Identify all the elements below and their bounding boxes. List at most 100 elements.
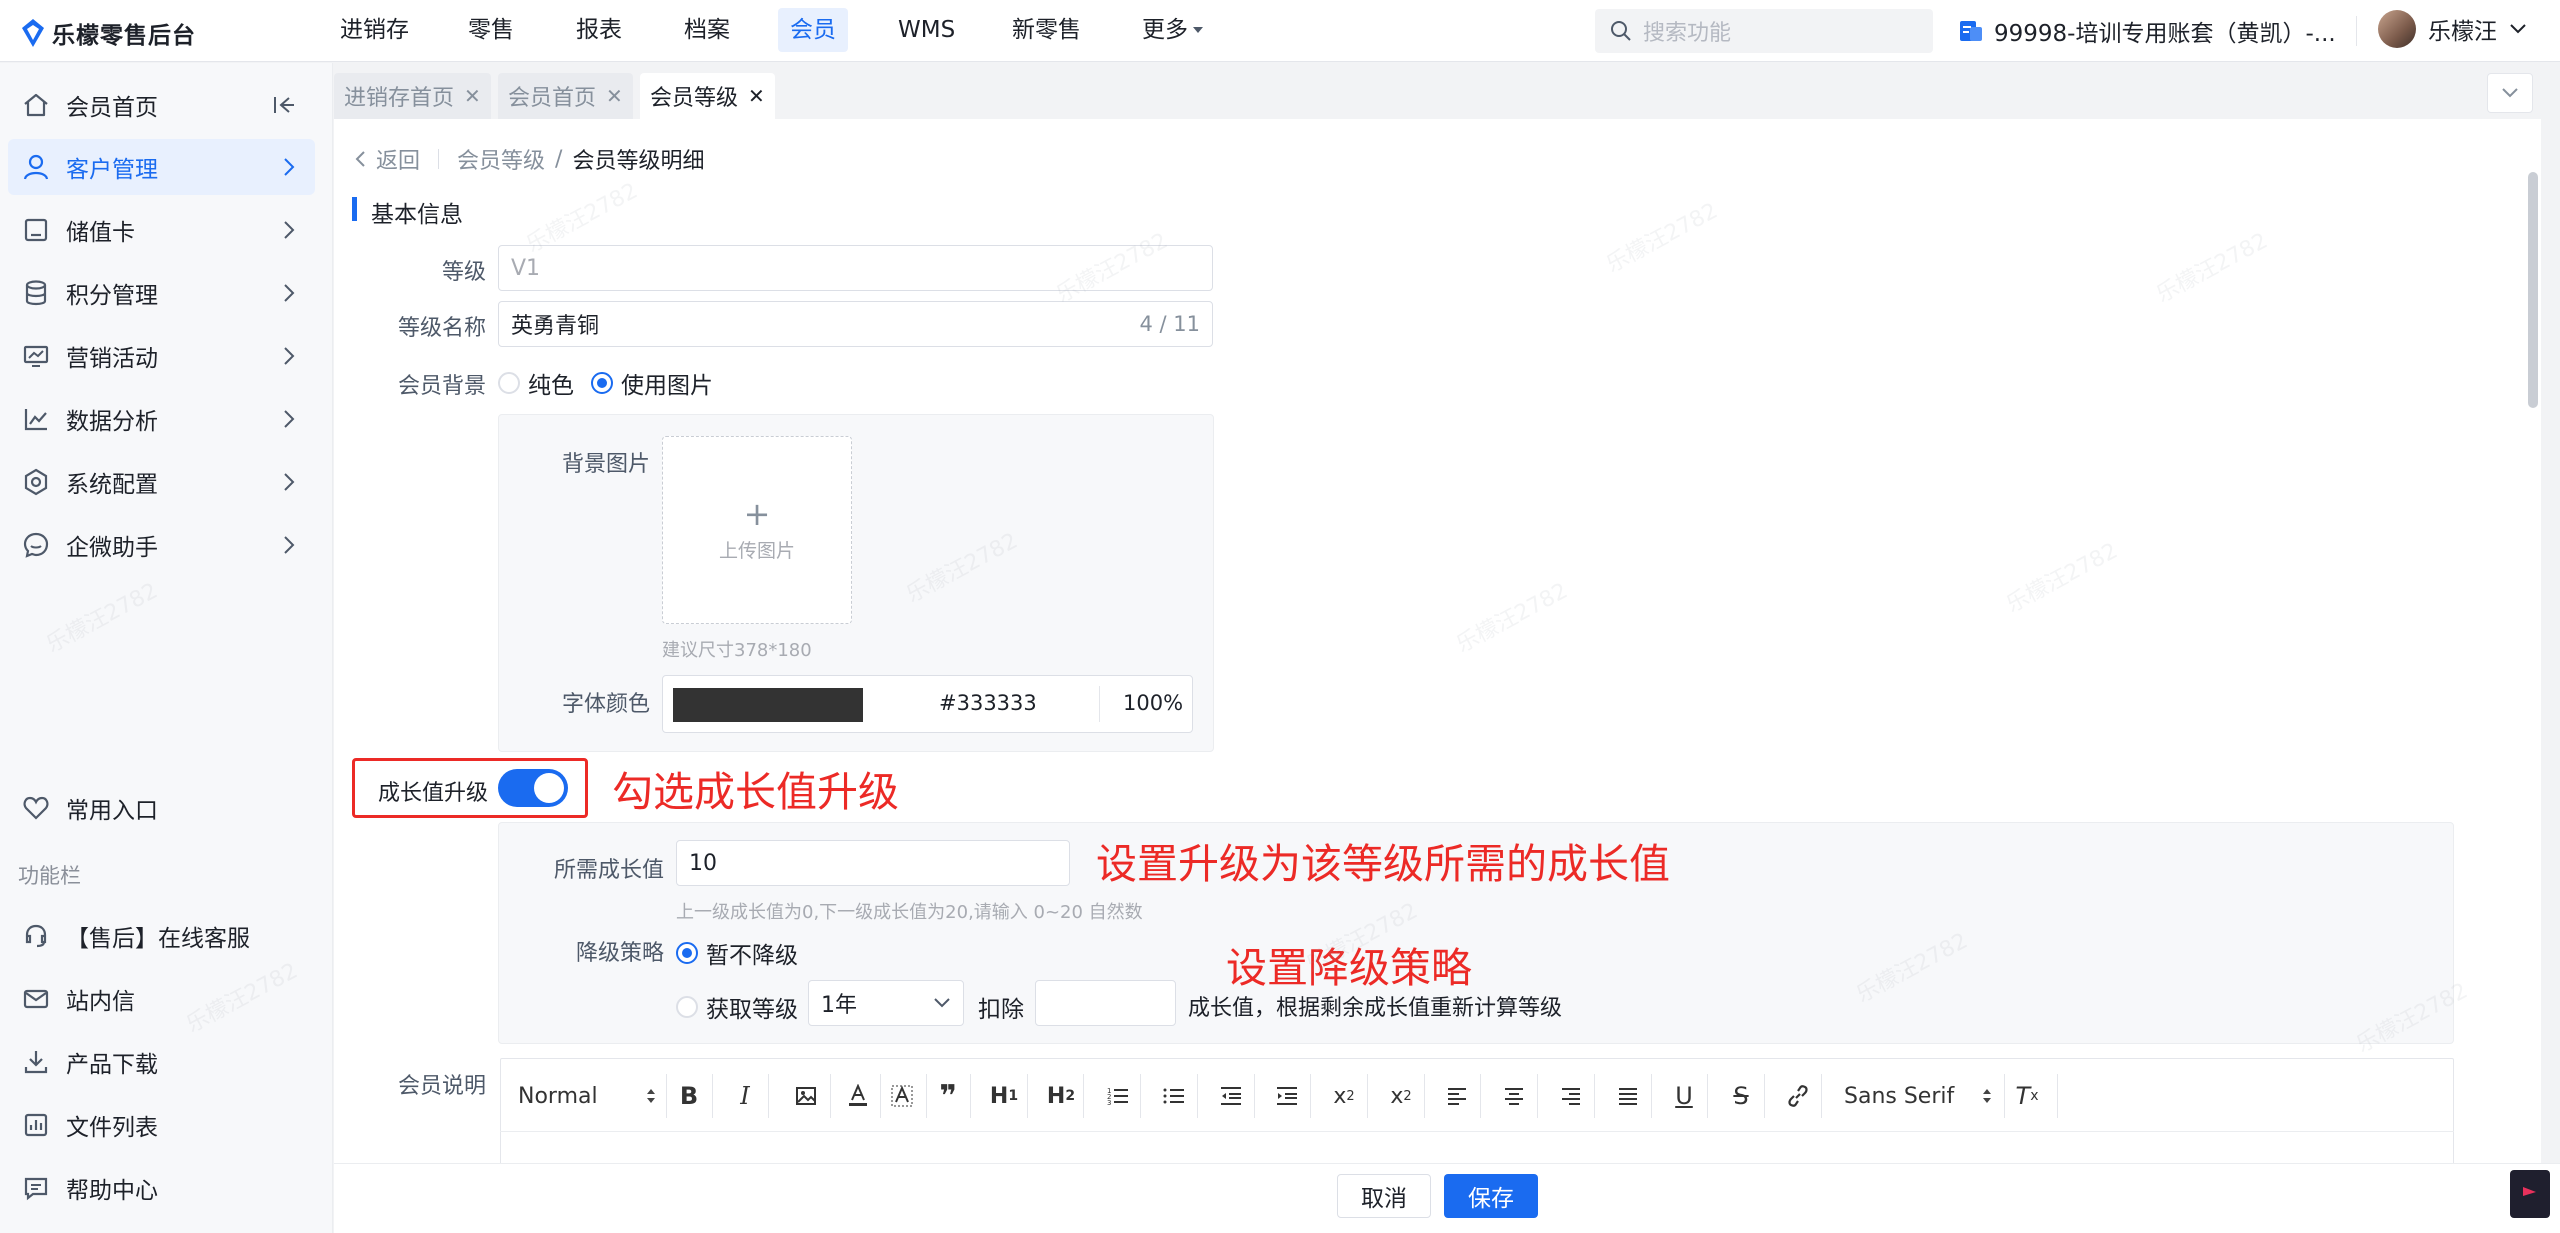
- settings-icon: [24, 468, 48, 496]
- deduct-label: 扣除: [978, 997, 1024, 1023]
- font-select[interactable]: Sans Serif: [1838, 1078, 1998, 1114]
- save-button[interactable]: 保存: [1444, 1174, 1538, 1218]
- sidebar-item-label: 客户管理: [66, 157, 158, 183]
- nav-member[interactable]: 会员: [778, 8, 848, 52]
- heart-icon: [23, 796, 49, 820]
- breadcrumb-parent[interactable]: 会员等级: [457, 143, 545, 175]
- link-button[interactable]: [1778, 1078, 1818, 1114]
- heading2-button[interactable]: H2: [1041, 1078, 1081, 1114]
- user-menu[interactable]: 乐檬汪: [2378, 10, 2527, 48]
- collapse-sidebar-icon[interactable]: [273, 95, 295, 115]
- sidebar-favorites[interactable]: 常用入口: [8, 780, 315, 836]
- underline-button[interactable]: U: [1664, 1078, 1704, 1114]
- upload-label: 上传图片: [718, 539, 795, 562]
- color-hex[interactable]: #333333: [939, 691, 1037, 715]
- font-color-button[interactable]: [838, 1078, 878, 1114]
- user-icon: [23, 154, 49, 180]
- sidebar-item-data-analysis[interactable]: 数据分析: [8, 391, 315, 447]
- scrollbar-thumb[interactable]: [2528, 172, 2538, 408]
- nav-retail[interactable]: 零售: [456, 8, 526, 52]
- divider: [1099, 686, 1100, 722]
- search-box[interactable]: 搜索功能: [1595, 9, 1933, 53]
- background-color-button[interactable]: [882, 1078, 922, 1114]
- nav-new-retail[interactable]: 新零售: [1000, 8, 1093, 52]
- radio-button[interactable]: [676, 942, 698, 964]
- align-center-button[interactable]: [1494, 1078, 1534, 1114]
- ordered-list-icon: 123: [1107, 1087, 1128, 1107]
- feedback-widget[interactable]: [2510, 1170, 2550, 1218]
- radio-obtain-level[interactable]: 获取等级: [676, 990, 798, 1024]
- radio-button[interactable]: [676, 996, 698, 1018]
- sidebar-item-customer[interactable]: 客户管理: [8, 139, 315, 195]
- sidebar-item-system-config[interactable]: 系统配置: [8, 454, 315, 510]
- nav-archives[interactable]: 档案: [672, 8, 742, 52]
- blockquote-button[interactable]: ❞: [928, 1078, 968, 1114]
- color-opacity[interactable]: 100%: [1123, 691, 1183, 715]
- period-select[interactable]: 1年: [808, 980, 964, 1026]
- growth-upgrade-label: 成长值升级: [377, 781, 488, 806]
- superscript-button[interactable]: x2: [1381, 1078, 1421, 1114]
- sidebar-item-downloads[interactable]: 产品下载: [8, 1034, 315, 1090]
- close-icon[interactable]: ✕: [606, 84, 623, 108]
- sidebar-item-marketing[interactable]: 营销活动: [8, 328, 315, 384]
- radio-solid-color[interactable]: 纯色: [498, 366, 574, 400]
- cancel-button[interactable]: 取消: [1337, 1174, 1431, 1218]
- justify-button[interactable]: [1608, 1078, 1648, 1114]
- outdent-button[interactable]: [1211, 1078, 1251, 1114]
- deduct-input[interactable]: [1035, 980, 1176, 1026]
- nav-more[interactable]: 更多: [1130, 8, 1216, 52]
- sidebar-item-stored-value-card[interactable]: 储值卡: [8, 202, 315, 258]
- bullet-list-button[interactable]: [1154, 1078, 1194, 1114]
- top-bar: 乐檬零售后台 进销存 零售 报表 档案 会员 WMS 新零售 更多 搜索功能 9…: [0, 0, 2560, 62]
- sidebar-item-online-service[interactable]: 【售后】在线客服: [8, 908, 315, 964]
- radio-no-downgrade[interactable]: 暂不降级: [676, 936, 798, 970]
- nav-wms[interactable]: WMS: [886, 8, 967, 52]
- app-logo[interactable]: 乐檬零售后台: [20, 16, 196, 50]
- sidebar-item-wecom-assistant[interactable]: 企微助手: [8, 517, 315, 573]
- bold-button[interactable]: B: [669, 1078, 709, 1114]
- heading1-button[interactable]: H1: [984, 1078, 1024, 1114]
- subscript-button[interactable]: x2: [1324, 1078, 1364, 1114]
- format-value: Normal: [518, 1083, 598, 1109]
- close-icon[interactable]: ✕: [748, 84, 765, 108]
- tab-inventory-home[interactable]: 进销存首页 ✕: [334, 73, 491, 119]
- sidebar-item-points[interactable]: 积分管理: [8, 265, 315, 321]
- image-uploader[interactable]: + 上传图片: [662, 436, 852, 624]
- clear-format-button[interactable]: Tx: [2007, 1078, 2047, 1114]
- nav-inventory[interactable]: 进销存: [328, 8, 421, 52]
- sidebar-item-member-home[interactable]: 会员首页: [8, 77, 315, 133]
- presentation-icon: [23, 345, 49, 367]
- level-name-input[interactable]: 英勇青铜 4 / 11: [498, 301, 1213, 347]
- back-link[interactable]: 返回: [354, 143, 420, 175]
- radio-use-image[interactable]: 使用图片: [591, 366, 713, 400]
- ordered-list-button[interactable]: 123: [1098, 1078, 1138, 1114]
- radio-button[interactable]: [591, 372, 613, 394]
- align-right-button[interactable]: [1551, 1078, 1591, 1114]
- toolbar-divider: [1651, 1074, 1652, 1118]
- strike-button[interactable]: S: [1721, 1078, 1761, 1114]
- tabs-dropdown-button[interactable]: [2487, 73, 2533, 113]
- color-swatch[interactable]: [673, 688, 863, 722]
- color-picker[interactable]: #333333 100%: [662, 675, 1193, 733]
- radio-label: 使用图片: [621, 373, 713, 399]
- format-select[interactable]: Normal: [512, 1078, 662, 1114]
- required-growth-input[interactable]: 10: [676, 840, 1070, 886]
- radio-button[interactable]: [498, 372, 520, 394]
- nav-reports[interactable]: 报表: [564, 8, 634, 52]
- growth-upgrade-toggle[interactable]: [498, 769, 568, 807]
- level-input[interactable]: V1: [498, 245, 1213, 291]
- italic-button[interactable]: I: [725, 1078, 765, 1114]
- sidebar-item-help[interactable]: 帮助中心: [8, 1160, 315, 1216]
- tab-member-level[interactable]: 会员等级 ✕: [640, 73, 775, 119]
- section-marker: [352, 197, 357, 221]
- tab-member-home[interactable]: 会员首页 ✕: [498, 73, 633, 119]
- account-selector[interactable]: 99998-培训专用账套（黄凯）-...: [1958, 14, 2336, 48]
- image-button[interactable]: [786, 1078, 826, 1114]
- sidebar-item-file-list[interactable]: 文件列表: [8, 1097, 315, 1153]
- account-label: 99998-培训专用账套（黄凯）-...: [1994, 21, 2336, 47]
- close-icon[interactable]: ✕: [464, 84, 481, 108]
- sidebar-item-inbox[interactable]: 站内信: [8, 971, 315, 1027]
- indent-button[interactable]: [1267, 1078, 1307, 1114]
- sidebar-item-label: 【售后】在线客服: [66, 926, 250, 952]
- align-left-button[interactable]: [1437, 1078, 1477, 1114]
